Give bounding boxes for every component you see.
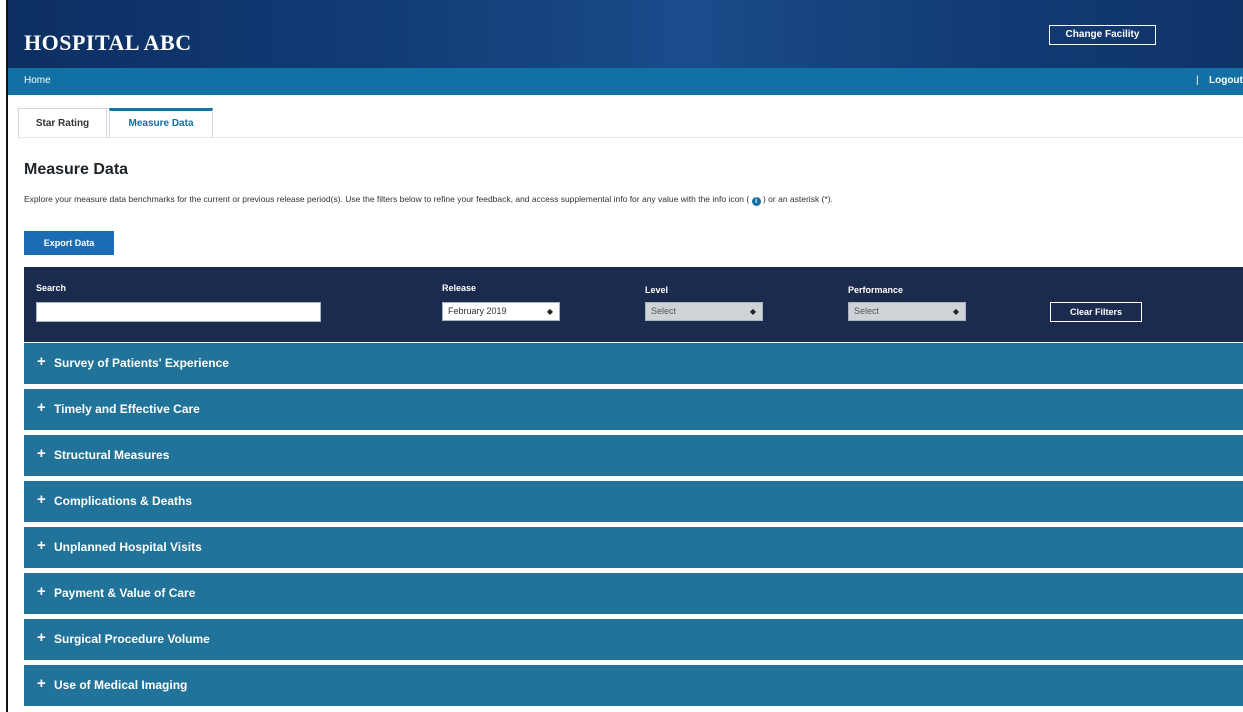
accordion-item-complications-deaths[interactable]: + Complications & Deaths <box>24 481 1243 522</box>
release-value: February 2019 <box>448 306 507 316</box>
page-title: Measure Data <box>24 161 129 178</box>
performance-value: Select <box>854 306 880 316</box>
site-header: HOSPITAL ABC Change Facility <box>8 0 1243 68</box>
accordion-item-medical-imaging[interactable]: + Use of Medical Imaging <box>24 665 1243 706</box>
accordion-label: Unplanned Hospital Visits <box>54 540 202 554</box>
search-input[interactable] <box>36 302 321 322</box>
release-label: Release <box>442 283 477 293</box>
accordion-label: Payment & Value of Care <box>54 586 196 600</box>
tab-measure-data[interactable]: Measure Data <box>109 108 213 138</box>
change-facility-button[interactable]: Change Facility <box>1049 25 1156 45</box>
accordion-label: Use of Medical Imaging <box>54 678 188 692</box>
accordion-item-timely-effective-care[interactable]: + Timely and Effective Care <box>24 389 1243 430</box>
level-value: Select <box>651 306 677 316</box>
accordion-item-unplanned-visits[interactable]: + Unplanned Hospital Visits <box>24 527 1243 568</box>
plus-icon: + <box>37 537 46 554</box>
app-frame: HOSPITAL ABC Change Facility Home | Logo… <box>8 0 1243 712</box>
plus-icon: + <box>37 583 46 600</box>
release-select[interactable]: February 2019 ◆ <box>442 302 560 321</box>
nav-bar: Home | Logout <box>8 68 1243 95</box>
select-arrow-icon: ◆ <box>546 307 553 316</box>
accordion-item-structural-measures[interactable]: + Structural Measures <box>24 435 1243 476</box>
plus-icon: + <box>37 629 46 646</box>
select-arrow-icon: ◆ <box>952 307 959 316</box>
left-border <box>0 0 8 712</box>
level-select[interactable]: Select ◆ <box>645 302 763 321</box>
accordion-item-patient-experience[interactable]: + Survey of Patients' Experience <box>24 343 1243 384</box>
nav-separator: | <box>1196 75 1199 86</box>
nav-home-link[interactable]: Home <box>24 75 51 86</box>
logout-link[interactable]: Logout <box>1209 75 1243 86</box>
plus-icon: + <box>37 491 46 508</box>
performance-label: Performance <box>848 285 904 295</box>
info-icon: i <box>751 197 761 206</box>
export-data-button[interactable]: Export Data <box>24 231 114 255</box>
plus-icon: + <box>37 675 46 692</box>
accordion-label: Surgical Procedure Volume <box>54 632 210 646</box>
accordion-label: Timely and Effective Care <box>54 402 200 416</box>
filter-bar: Search Release February 2019 ◆ Level Sel… <box>24 267 1243 342</box>
clear-filters-button[interactable]: Clear Filters <box>1050 302 1142 322</box>
page-description: Explore your measure data benchmarks for… <box>24 194 833 206</box>
hospital-name: HOSPITAL ABC <box>24 30 192 55</box>
accordion-label: Structural Measures <box>54 448 170 462</box>
plus-icon: + <box>37 353 46 370</box>
accordion-label: Survey of Patients' Experience <box>54 356 229 370</box>
search-label: Search <box>36 283 67 293</box>
accordion-item-payment-value[interactable]: + Payment & Value of Care <box>24 573 1243 614</box>
plus-icon: + <box>37 445 46 462</box>
select-arrow-icon: ◆ <box>749 307 756 316</box>
accordion-item-surgical-volume[interactable]: + Surgical Procedure Volume <box>24 619 1243 660</box>
plus-icon: + <box>37 399 46 416</box>
measure-accordion: + Survey of Patients' Experience + Timel… <box>24 343 1243 711</box>
description-text: Explore your measure data benchmarks for… <box>24 194 750 204</box>
performance-select[interactable]: Select ◆ <box>848 302 966 321</box>
level-label: Level <box>645 285 669 295</box>
tab-divider <box>18 137 1243 138</box>
description-text-end: ) or an asterisk (*). <box>762 194 833 204</box>
accordion-label: Complications & Deaths <box>54 494 193 508</box>
tab-star-rating[interactable]: Star Rating <box>18 108 107 138</box>
